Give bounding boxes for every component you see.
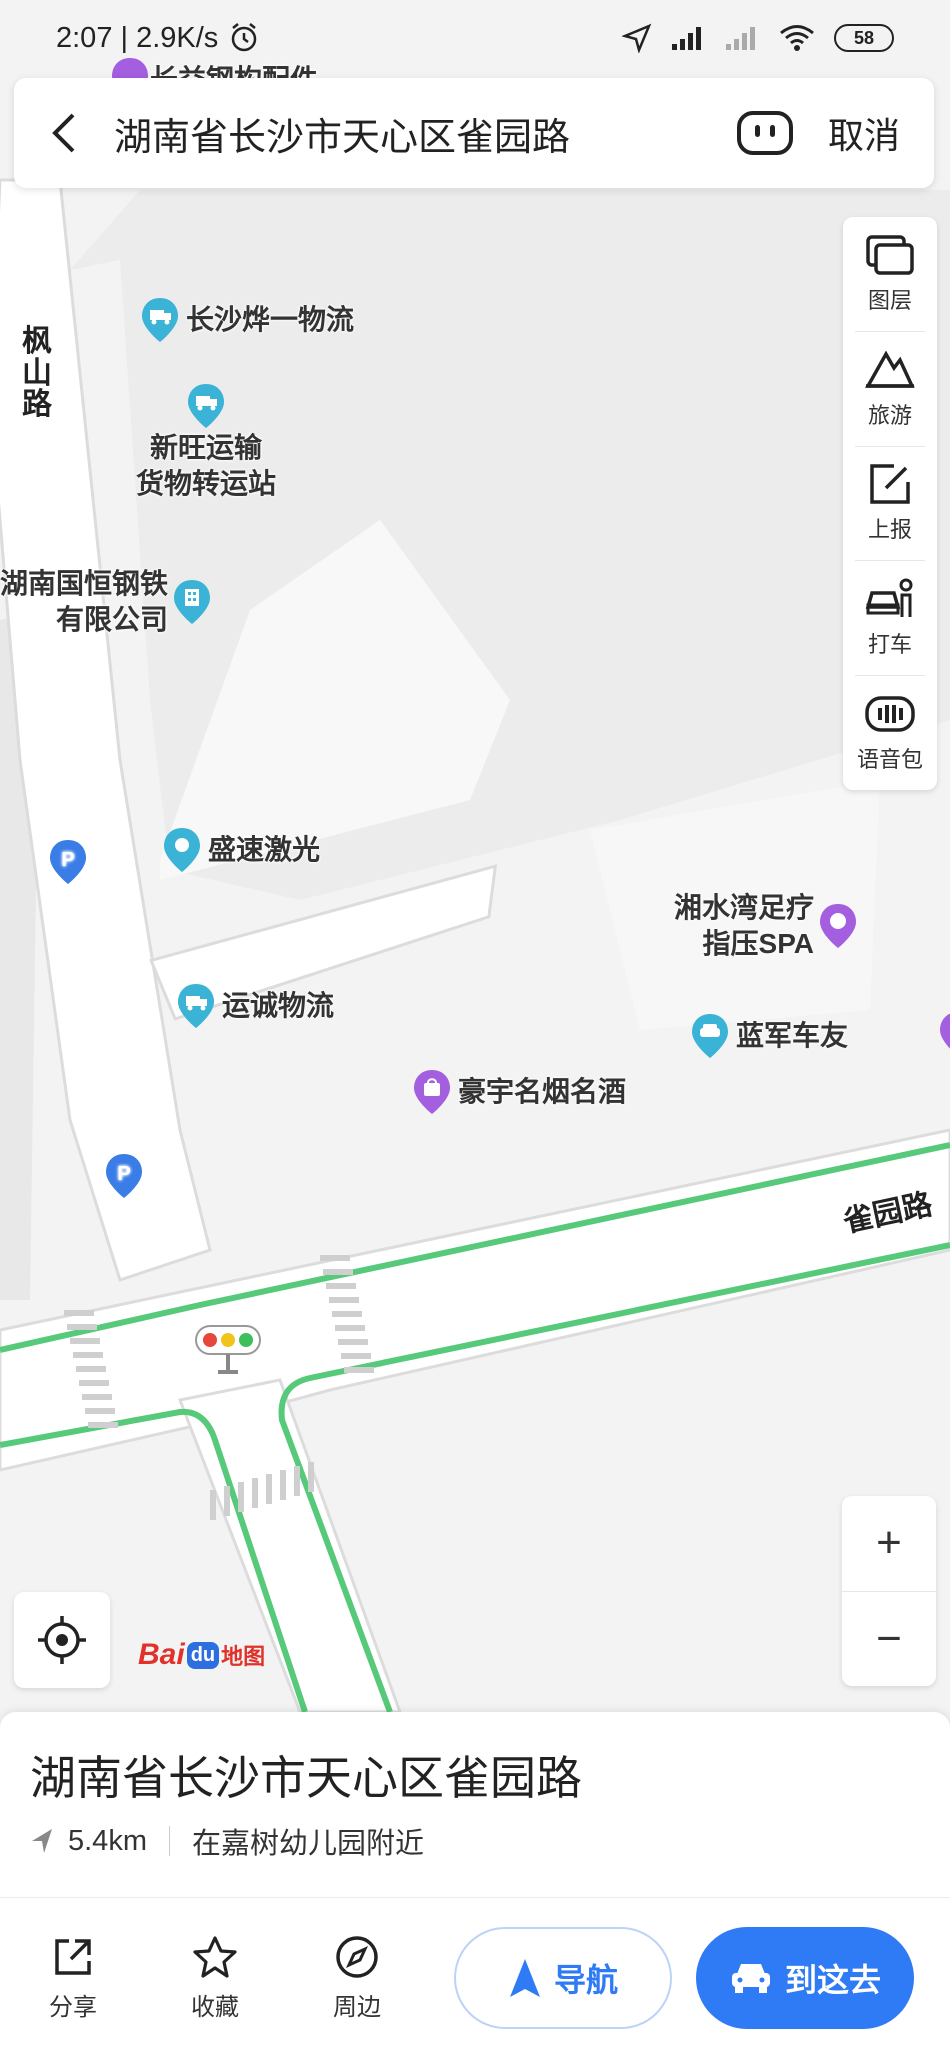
cancel-button[interactable]: 取消 [810, 107, 934, 159]
poi-label: 豪宇名烟名酒 [458, 1075, 627, 1107]
voice-assistant-icon [736, 111, 793, 155]
logo-bai: Bai [138, 1638, 185, 1671]
parking-marker-2[interactable]: P [104, 1152, 144, 1200]
location-pin-icon [164, 828, 200, 872]
status-bar: 2:07 | 2.9K/s 58 [0, 0, 950, 76]
parking-marker-1[interactable]: P [48, 838, 88, 886]
map-toolbar: 图层 旅游 上报 打车 语音包 [843, 217, 937, 790]
road-label-fengshan: 枫 山 路 [22, 325, 52, 421]
poi-xiangshuiwan-spa[interactable]: 湘水湾足疗 指压SPA [674, 890, 858, 963]
poi-label: 盛速激光 [208, 833, 321, 865]
favorite-button[interactable]: 收藏 [144, 1935, 286, 2022]
action-label: 收藏 [191, 1993, 239, 2021]
meta-divider [168, 1826, 170, 1856]
poi-label: 长沙烨一物流 [186, 303, 355, 335]
toolbar-item-taxi[interactable]: 打车 [855, 561, 925, 677]
logo-map: 地图 [221, 1644, 266, 1669]
direction-arrow-icon [32, 1829, 52, 1853]
wifi-icon [780, 25, 814, 51]
toolbar-item-report[interactable]: 上报 [855, 447, 925, 562]
toolbar-item-travel[interactable]: 旅游 [855, 332, 925, 447]
poi-label: 湘水湾足疗 指压SPA [674, 892, 815, 960]
poi-haoyu-tobacco[interactable]: 豪宇名烟名酒 [412, 1068, 626, 1116]
traffic-light-icon [195, 1325, 261, 1374]
svg-text:P: P [117, 1163, 130, 1185]
status-time: 2:07 | 2.9K/s [56, 21, 219, 54]
place-meta: 5.4km 在嘉树幼儿园附近 [30, 1820, 424, 1862]
poi-guoheng-steel[interactable]: 湖南国恒钢铁 有限公司 [0, 566, 212, 639]
alarm-icon [232, 23, 257, 52]
poi-lanjun-car[interactable]: 蓝军车友 [690, 1012, 848, 1060]
compass-icon [336, 1935, 378, 1978]
share-icon [55, 1938, 91, 1975]
shop-pin-icon [940, 1013, 950, 1049]
tool-label: 语音包 [856, 747, 923, 773]
tool-label: 旅游 [867, 402, 912, 428]
zoom-out-button[interactable]: − [842, 1592, 936, 1687]
poi-edge-marker[interactable] [938, 1010, 950, 1058]
share-button[interactable]: 分享 [2, 1935, 144, 2022]
shopping-bag-pin-icon [414, 1070, 450, 1114]
map-base [0, 0, 950, 1712]
truck-pin-icon [142, 298, 178, 342]
action-bar: 分享 收藏 周边 导航 到这去 [0, 1898, 950, 2058]
zoom-in-button[interactable]: + [842, 1496, 936, 1592]
report-icon [870, 464, 910, 505]
action-label: 周边 [333, 1993, 381, 2021]
crosshair-icon [38, 1616, 86, 1664]
star-icon [193, 1935, 237, 1978]
map-canvas[interactable]: 长益钢构配件 长沙烨一物流 新旺运输 货物转运站 湖南国恒钢铁 有限公司 P 盛… [0, 0, 950, 1712]
layers-icon [866, 235, 914, 275]
car-icon [731, 1964, 770, 1993]
poi-label: 新旺运输 货物转运站 [136, 432, 277, 500]
parking-pin-icon: P [106, 1154, 142, 1198]
search-bar[interactable]: 湖南省长沙市天心区雀园路 取消 [14, 78, 934, 188]
spa-pin-icon [820, 904, 857, 949]
place-detail-sheet: 湖南省长沙市天心区雀园路 5.4km 在嘉树幼儿园附近 分享 收藏 周边 导航 … [0, 1712, 950, 2058]
back-button[interactable] [14, 78, 114, 188]
tool-label: 上报 [867, 517, 912, 543]
navigate-label: 导航 [553, 1962, 618, 1998]
travel-icon [865, 350, 915, 388]
navigate-button[interactable]: 导航 [454, 1927, 672, 2029]
baidu-map-logo: Bai du 地图 [138, 1638, 265, 1672]
parking-pin-icon: P [50, 840, 86, 884]
locate-me-button[interactable] [14, 1592, 110, 1688]
go-here-button[interactable]: 到这去 [696, 1927, 914, 2029]
poi-label: 蓝军车友 [736, 1019, 849, 1051]
car-pin-icon [692, 1014, 728, 1058]
logo-du: du [186, 1641, 220, 1669]
place-distance: 5.4km [68, 1824, 147, 1857]
truck-pin-icon [178, 984, 214, 1028]
navigation-arrow-icon [509, 1959, 540, 1997]
chevron-left-icon [52, 113, 75, 153]
poi-label: 湖南国恒钢铁 有限公司 [0, 568, 169, 636]
nearby-button[interactable]: 周边 [286, 1935, 428, 2022]
building-pin-icon [174, 580, 211, 625]
poi-yuncheng-logistics[interactable]: 运诚物流 [176, 982, 334, 1030]
tool-label: 打车 [867, 632, 912, 658]
voice-pack-icon [865, 696, 915, 732]
action-label: 分享 [49, 1993, 97, 2021]
location-arrow-icon [622, 23, 652, 53]
toolbar-item-layers[interactable]: 图层 [855, 217, 925, 332]
place-nearby: 在嘉树幼儿园附近 [191, 1828, 424, 1860]
place-title: 湖南省长沙市天心区雀园路 [30, 1752, 582, 1804]
taxi-icon [865, 578, 913, 618]
search-query[interactable]: 湖南省长沙市天心区雀园路 [114, 106, 720, 161]
svg-text:P: P [61, 849, 74, 871]
voice-assistant-button[interactable] [720, 78, 810, 188]
go-here-label: 到这去 [784, 1962, 881, 1998]
truck-pin-icon [188, 384, 224, 428]
poi-label: 运诚物流 [222, 989, 335, 1021]
zoom-controls: + − [842, 1496, 936, 1686]
signal-icon [672, 27, 701, 50]
poi-xinwang-transport[interactable]: 新旺运输 货物转运站 [136, 382, 276, 503]
battery-indicator: 58 [834, 24, 894, 52]
signal-secondary-icon [726, 27, 755, 50]
poi-shengsu-laser[interactable]: 盛速激光 [162, 826, 320, 874]
tool-label: 图层 [867, 287, 912, 313]
toolbar-item-voice-pack[interactable]: 语音包 [855, 676, 925, 790]
poi-changsha-logistics[interactable]: 长沙烨一物流 [140, 296, 354, 344]
